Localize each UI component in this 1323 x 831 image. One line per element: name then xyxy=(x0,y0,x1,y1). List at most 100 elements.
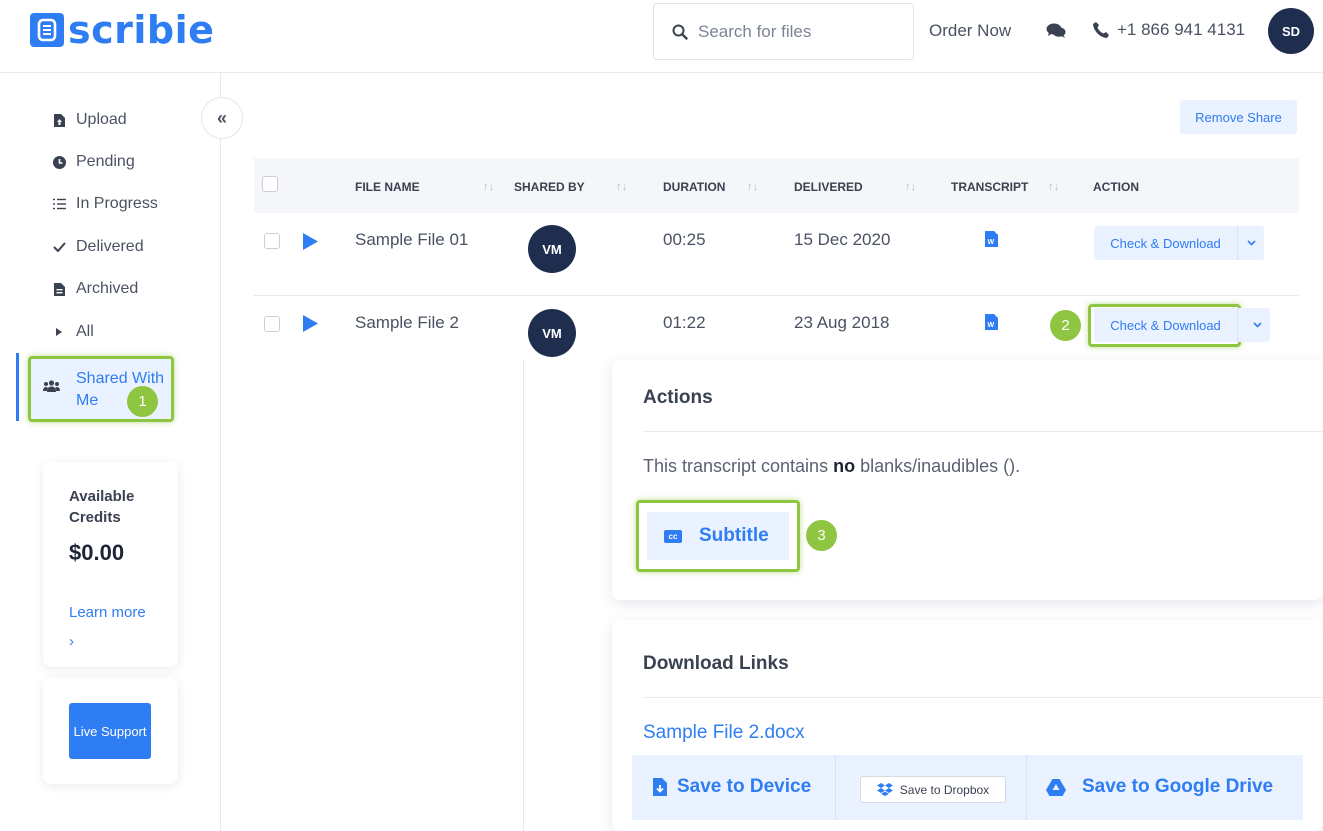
check-icon xyxy=(52,242,66,252)
sidebar-item-upload[interactable]: Upload xyxy=(52,111,127,129)
file-name: Sample File 2 xyxy=(355,313,459,332)
support-card: Live Support xyxy=(43,678,178,784)
save-device-label: Save to Device xyxy=(677,776,812,797)
download-links-panel: Download Links Sample File 2.docx Save t… xyxy=(612,620,1323,831)
button-divider xyxy=(835,755,836,820)
word-document-icon[interactable]: W xyxy=(985,231,998,247)
phone-number: +1 866 941 4131 xyxy=(1117,20,1246,39)
file-name: Sample File 01 xyxy=(355,230,469,249)
actions-panel: Actions This transcript contains no blan… xyxy=(612,360,1323,600)
panel-divider xyxy=(523,360,524,831)
row-checkbox[interactable] xyxy=(264,233,280,249)
duration: 01:22 xyxy=(663,313,706,332)
sidebar-item-delivered[interactable]: Delivered xyxy=(52,238,144,256)
logo-mark-icon xyxy=(30,13,64,47)
remove-share-button[interactable]: Remove Share xyxy=(1180,100,1297,134)
duration: 00:25 xyxy=(663,230,706,249)
sidebar-item-label: In Progress xyxy=(76,195,158,212)
subtitle-button-frame: cc Subtitle xyxy=(636,500,800,572)
chevron-down-icon[interactable] xyxy=(1244,308,1270,342)
shared-by-avatar: VM xyxy=(528,225,576,273)
clock-icon xyxy=(52,155,66,169)
order-now-link[interactable]: Order Now xyxy=(929,21,1011,41)
search-box[interactable] xyxy=(653,3,914,60)
chat-icon[interactable] xyxy=(1046,23,1066,44)
download-links-title: Download Links xyxy=(643,653,789,674)
archive-icon xyxy=(52,282,66,296)
download-file-icon xyxy=(653,778,667,796)
panel-divider xyxy=(643,431,1323,432)
subtitle-label: Subtitle xyxy=(699,525,769,546)
check-download-button[interactable]: Check & Download xyxy=(1094,308,1238,342)
docx-file-link[interactable]: Sample File 2.docx xyxy=(643,722,805,744)
top-header: scribie Order Now +1 866 941 4131 SD xyxy=(0,0,1323,73)
column-header-duration[interactable]: DURATION xyxy=(663,180,725,194)
closed-caption-icon: cc xyxy=(664,529,682,543)
word-document-icon[interactable]: W xyxy=(985,314,998,330)
save-to-google-drive-button[interactable]: Save to Google Drive xyxy=(1046,776,1273,798)
save-to-dropbox-button[interactable]: Save to Dropbox xyxy=(860,776,1006,803)
sort-icon[interactable]: ↑↓ xyxy=(1048,181,1059,193)
panel-divider xyxy=(643,697,1323,698)
step-badge-3: 3 xyxy=(806,520,837,551)
sidebar-divider xyxy=(220,73,221,831)
subtitle-button[interactable]: cc Subtitle xyxy=(647,512,789,560)
step-badge-2: 2 xyxy=(1050,310,1081,341)
live-support-button[interactable]: Live Support xyxy=(69,703,151,759)
chevron-down-icon[interactable] xyxy=(1238,226,1264,260)
active-indicator xyxy=(16,353,19,421)
sidebar-item-archived[interactable]: Archived xyxy=(52,280,138,298)
column-header-transcript[interactable]: TRANSCRIPT xyxy=(951,180,1028,194)
user-avatar[interactable]: SD xyxy=(1268,8,1314,54)
sort-icon[interactable]: ↑↓ xyxy=(905,181,916,193)
check-download-button-group: Check & Download xyxy=(1094,226,1264,260)
column-header-file-name[interactable]: FILE NAME xyxy=(355,180,420,194)
play-icon[interactable] xyxy=(303,315,318,332)
google-drive-icon xyxy=(1046,778,1066,796)
check-download-button-group: Check & Download xyxy=(1094,308,1270,342)
sidebar-item-all[interactable]: All xyxy=(52,323,94,341)
save-options-bar: Save to Device Save to Dropbox Save to G… xyxy=(632,755,1303,820)
button-divider xyxy=(1026,755,1027,820)
row-checkbox[interactable] xyxy=(264,316,280,332)
logo-text: scribie xyxy=(68,8,215,52)
sidebar-item-pending[interactable]: Pending xyxy=(52,153,135,171)
sort-icon[interactable]: ↑↓ xyxy=(616,181,627,193)
save-gdrive-label: Save to Google Drive xyxy=(1082,776,1274,797)
svg-text:W: W xyxy=(988,322,995,329)
sidebar-item-label: All xyxy=(76,323,94,340)
sort-icon[interactable]: ↑↓ xyxy=(483,181,494,193)
save-dropbox-label: Save to Dropbox xyxy=(899,782,990,797)
play-icon[interactable] xyxy=(303,233,318,250)
svg-text:W: W xyxy=(988,239,995,246)
credits-title: Available Credits xyxy=(69,488,135,526)
sort-icon[interactable]: ↑↓ xyxy=(747,181,758,193)
sidebar-item-in-progress[interactable]: In Progress xyxy=(52,195,158,213)
upload-file-icon xyxy=(52,113,66,127)
column-header-delivered[interactable]: DELIVERED xyxy=(794,180,863,194)
collapse-sidebar-button[interactable]: « xyxy=(201,97,243,139)
save-to-device-button[interactable]: Save to Device xyxy=(653,776,811,798)
step-badge-1: 1 xyxy=(127,386,158,417)
check-download-button[interactable]: Check & Download xyxy=(1094,226,1238,260)
caret-right-icon xyxy=(52,328,66,336)
users-icon xyxy=(43,379,60,397)
select-all-checkbox[interactable] xyxy=(262,176,278,192)
sidebar-item-label: Pending xyxy=(76,153,135,170)
shared-by-avatar: VM xyxy=(528,309,576,357)
credits-card: Available Credits $0.00 Learn more › xyxy=(43,462,178,667)
sidebar-item-label: Delivered xyxy=(76,238,144,255)
search-input[interactable] xyxy=(698,21,898,42)
learn-more-link[interactable]: Learn more › xyxy=(69,598,149,656)
row-divider xyxy=(254,295,1299,296)
delivered-date: 23 Aug 2018 xyxy=(794,313,890,332)
phone-contact[interactable]: +1 866 941 4131 xyxy=(1092,20,1245,40)
delivered-date: 15 Dec 2020 xyxy=(794,230,891,249)
blanks-info-text: This transcript contains no blanks/inaud… xyxy=(643,456,1021,476)
scribie-logo[interactable]: scribie xyxy=(30,8,214,52)
sidebar-item-label: Archived xyxy=(76,280,139,297)
actions-title: Actions xyxy=(643,387,713,408)
sidebar-item-label: Upload xyxy=(76,111,127,128)
list-icon xyxy=(52,198,66,210)
column-header-shared-by[interactable]: SHARED BY xyxy=(514,180,585,194)
